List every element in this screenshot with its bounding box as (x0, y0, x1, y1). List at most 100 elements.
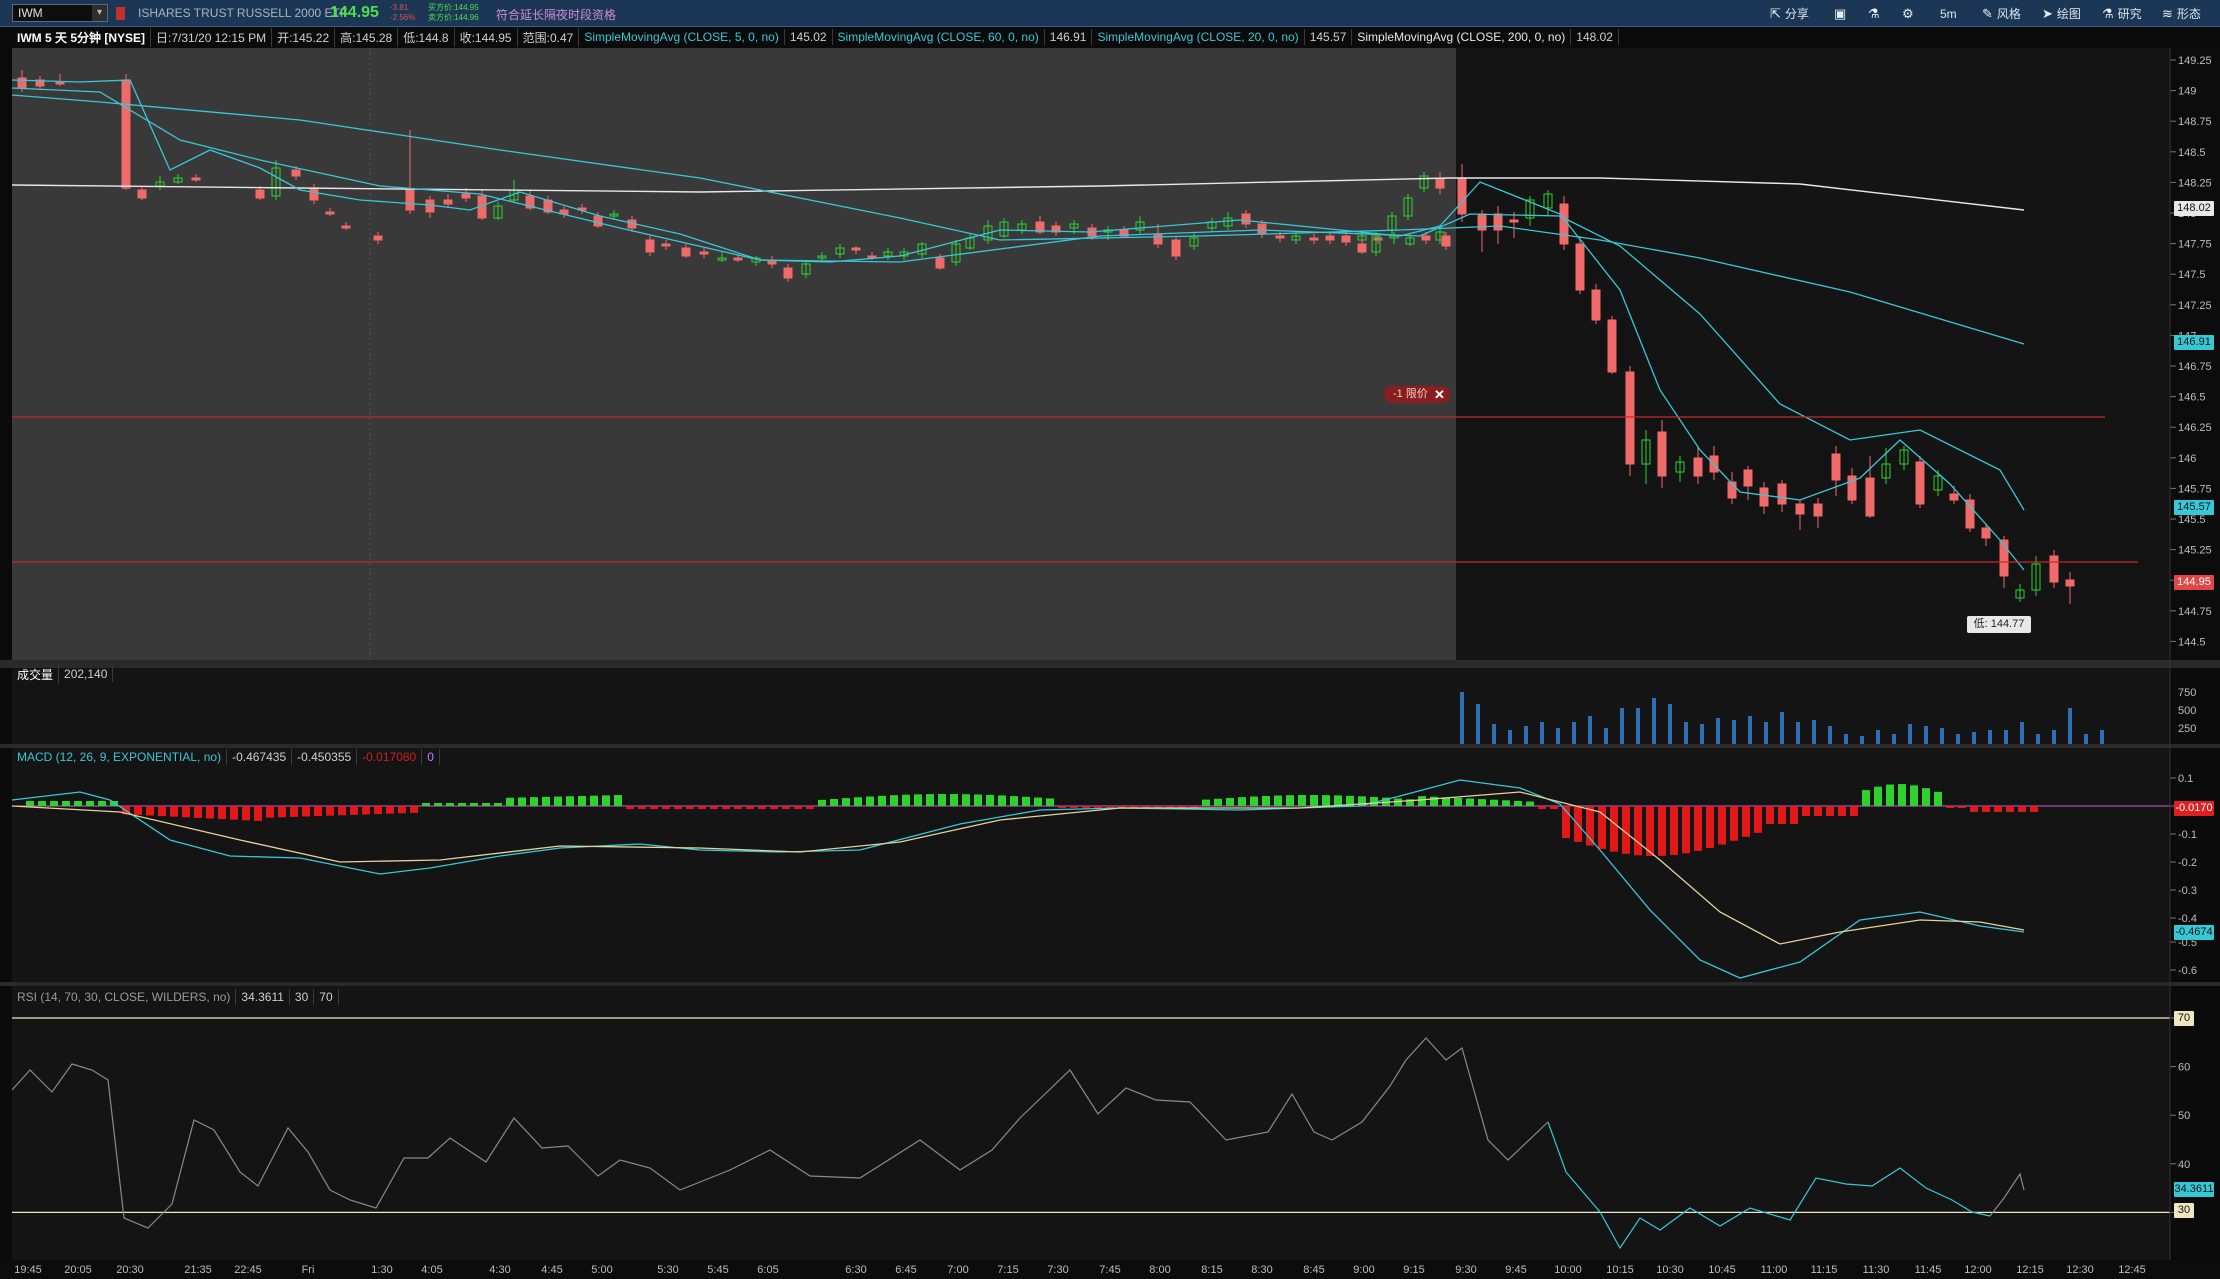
candle-body (55, 81, 65, 85)
macd-histogram-bar (1910, 785, 1918, 806)
time-tick-label: 8:30 (1251, 1264, 1272, 1276)
macd-histogram-bar (170, 806, 178, 817)
macd-histogram-bar (482, 803, 490, 806)
macd-histogram-bar (434, 803, 442, 806)
chart-canvas[interactable]: 149.25149148.75148.5148.25148147.75147.5… (0, 0, 2220, 1279)
macd-histogram-bar (26, 801, 34, 806)
macd-histogram-bar (1814, 806, 1822, 816)
macd-histogram-bar (614, 795, 622, 806)
macd-histogram-bar (1070, 806, 1078, 808)
volume-bar (1524, 726, 1528, 744)
macd-histogram-bar (242, 806, 250, 821)
candle-body (461, 193, 471, 199)
macd-histogram-bar (710, 806, 718, 809)
macd-histogram-bar (1202, 799, 1210, 806)
macd-diff-label: -0.0170 (2174, 801, 2214, 816)
price-tick-label: 147.25 (2178, 300, 2212, 312)
macd-histogram-bar (962, 794, 970, 806)
macd-histogram-bar (1766, 806, 1774, 824)
time-tick-label: Fri (302, 1264, 315, 1276)
macd-histogram-bar (62, 801, 70, 806)
volume-bar (1844, 734, 1848, 744)
volume-bar (1732, 720, 1736, 744)
candle-body (1171, 239, 1181, 257)
macd-tick-label: -0.4 (2178, 913, 2197, 925)
macd-histogram-bar (950, 794, 958, 806)
macd-histogram-bar (1286, 795, 1294, 806)
macd-histogram-bar (986, 794, 994, 806)
macd-histogram-bar (314, 806, 322, 817)
macd-histogram-bar (1634, 806, 1642, 856)
macd-histogram-bar (1802, 806, 1810, 816)
macd-histogram-bar (494, 803, 502, 806)
time-tick-label: 9:30 (1455, 1264, 1476, 1276)
volume-bar (1700, 724, 1704, 744)
price-tick-label: 148.5 (2178, 147, 2206, 159)
macd-histogram-bar (590, 795, 598, 806)
volume-label[interactable]: 成交量 (12, 664, 60, 684)
time-tick-label: 8:00 (1149, 1264, 1170, 1276)
macd-histogram-bar (1334, 795, 1342, 806)
candle-body (405, 189, 415, 211)
candle-body (935, 257, 945, 269)
panel-divider[interactable] (0, 982, 2220, 986)
volume-bar (1572, 722, 1576, 744)
time-tick-label: 19:45 (14, 1264, 42, 1276)
macd-histogram-bar (1466, 798, 1474, 806)
candle-body (1493, 213, 1503, 231)
macd-histogram-bar (1994, 806, 2002, 812)
macd-histogram-bar (350, 806, 358, 815)
macd-histogram-bar (974, 794, 982, 806)
candle-body (1591, 289, 1601, 321)
volume-bar (1556, 728, 1560, 744)
close-icon[interactable]: ✕ (1434, 386, 1445, 403)
candle-body (1341, 235, 1351, 243)
volume-bar (2100, 730, 2104, 744)
macd-histogram-bar (1682, 806, 1690, 854)
macd-histogram-bar (722, 806, 730, 809)
macd-histogram-bar (686, 806, 694, 809)
macd-histogram-bar (638, 806, 646, 809)
macd-histogram-bar (1502, 800, 1510, 806)
candle-body (1759, 487, 1769, 507)
volume-bar (2052, 730, 2056, 744)
macd-histogram-bar (134, 806, 142, 815)
candle-body (1795, 503, 1805, 515)
time-tick-label: 5:30 (657, 1264, 678, 1276)
macd-histogram-bar (1274, 795, 1282, 806)
macd-histogram-bar (362, 806, 370, 815)
macd-label[interactable]: MACD (12, 26, 9, EXPONENTIAL, no) (12, 749, 228, 765)
time-tick-label: 6:45 (895, 1264, 916, 1276)
macd-histogram-bar (254, 806, 262, 821)
macd-histogram-bar (398, 806, 406, 814)
macd-histogram-bar (1418, 796, 1426, 806)
macd-histogram-bar (518, 797, 526, 806)
volume-bar (1812, 720, 1816, 744)
macd-histogram-bar (458, 803, 466, 806)
time-tick-label: 12:45 (2118, 1264, 2146, 1276)
panel-divider[interactable] (0, 660, 2220, 668)
rsi-label[interactable]: RSI (14, 70, 30, CLOSE, WILDERS, no) (12, 989, 237, 1005)
candle-body (1915, 461, 1925, 505)
candle-body (341, 225, 351, 229)
macd-histogram-bar (746, 806, 754, 809)
macd-histogram-bar (1226, 797, 1234, 806)
macd-histogram-bar (1958, 806, 1966, 808)
time-tick-label: 9:00 (1353, 1264, 1374, 1276)
macd-histogram-bar (98, 801, 106, 806)
candle-body (17, 77, 27, 89)
macd-histogram-bar (1034, 797, 1042, 806)
price-tick-label: 145.75 (2178, 483, 2212, 495)
macd-histogram-bar (578, 795, 586, 806)
time-tick-label: 9:15 (1403, 1264, 1424, 1276)
macd-histogram-bar (1862, 790, 1870, 806)
price-tick-label: 149 (2178, 86, 2196, 98)
volume-bar (1652, 698, 1656, 744)
candle-body (1373, 237, 1383, 241)
candle-body (325, 211, 335, 215)
candle-body (191, 177, 201, 181)
macd-histogram-bar (158, 806, 166, 817)
macd-histogram-bar (782, 806, 790, 809)
candle-body (1241, 213, 1251, 225)
macd-histogram-bar (698, 806, 706, 809)
